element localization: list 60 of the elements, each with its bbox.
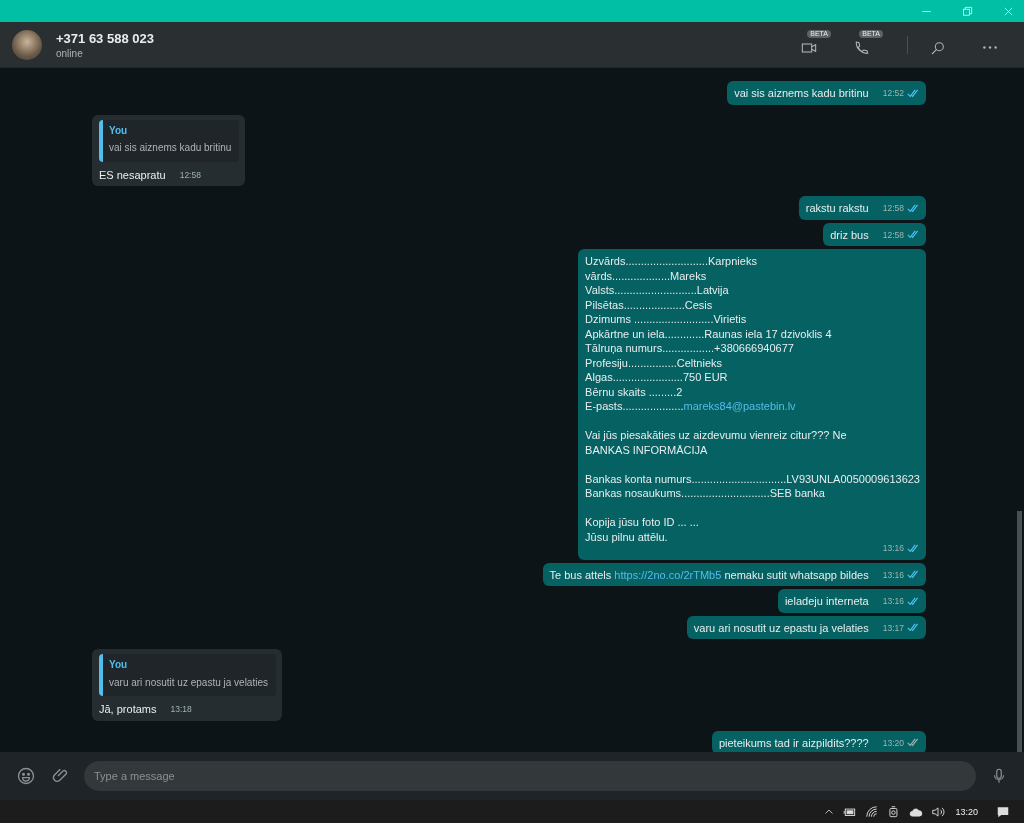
message-text: Bankas konta numurs...............................LV93UNLA0050009613623: [585, 471, 920, 486]
message-text: Bankas nosaukums.............................SEB banka: [585, 486, 826, 501]
message-text: Uzvārds...........................Karpnieks: [585, 254, 758, 269]
contact-status: online: [56, 47, 84, 59]
avatar[interactable]: [12, 29, 42, 60]
message-time: 13:18: [170, 703, 192, 716]
notification-button[interactable]: [996, 804, 1010, 819]
message-text: driz bus: [830, 227, 869, 242]
message-text: BANKAS INFORMĀCIJA: [585, 442, 709, 457]
more-icon: [982, 45, 998, 50]
message-time: 12:58: [179, 168, 201, 182]
message-input[interactable]: Type a message: [84, 761, 976, 791]
contact-name: +371 63 588 023: [56, 30, 155, 46]
volume-icon: [931, 804, 946, 819]
quote-author: You: [109, 123, 129, 138]
quote-author: You: [109, 658, 129, 672]
message-time: 13:16: [882, 568, 904, 582]
message-time: 12:58: [882, 202, 904, 215]
message-time: 12:52: [882, 87, 904, 100]
restore-icon: [962, 5, 973, 17]
message-text: Dzimums ..........................Virietis: [585, 312, 748, 327]
message-text: Valsts...........................Latvija: [585, 283, 730, 298]
quote-text: varu ari nosutit uz epastu ja velaties: [109, 675, 268, 690]
message-text: Profesiju................Celtnieks: [585, 355, 724, 370]
wifi-icon: [865, 804, 880, 819]
message-text: Kopija jūsu foto ID ... ...: [585, 515, 700, 530]
message-time: 13:16: [882, 595, 904, 608]
message-text: pieteikums tad ir aizpildits????: [718, 735, 869, 750]
message-text: vārds...................Mareks: [585, 268, 708, 283]
wifi-button[interactable]: [865, 804, 880, 819]
message-text: Apkārtne un iela.............Raunas iela 17 dzivoklis 4: [585, 326, 833, 341]
message-time: 13:17: [882, 621, 904, 635]
search-icon: [930, 39, 946, 56]
message-text: Vai jūs piesakāties uz aizdevumu vienreiz citur??? Ne: [585, 428, 848, 443]
message-text: Pilsētas....................Cesis: [585, 297, 714, 312]
close-icon: [1003, 5, 1014, 17]
message-text: varu ari nosutit uz epastu ja velaties: [693, 620, 869, 635]
message-text: Jūsu pilnu attēlu.: [585, 529, 669, 544]
scrollbar[interactable]: [1017, 511, 1022, 752]
message-text: ieladeju interneta: [784, 594, 869, 609]
message-time: 13:16: [882, 542, 904, 555]
message-time: 13:20: [882, 736, 904, 750]
phone-icon: [853, 39, 869, 56]
volume-button[interactable]: [931, 804, 946, 819]
message-text: ES nesapratu: [99, 167, 166, 182]
notification-icon: [996, 804, 1010, 819]
message-text: vai sis aiznems kadu britinu: [734, 86, 869, 101]
message-time: 12:58: [882, 228, 904, 242]
message-text: Bērnu skaits .........2: [585, 384, 684, 399]
paperclip-icon: [52, 767, 70, 785]
message-text: E-pasts....................mareks84@pastebin.lv: [585, 399, 797, 414]
message-text: Jā, protams: [99, 702, 157, 717]
quote-text: vai sis aiznems kadu britinu: [109, 141, 232, 155]
clock[interactable]: 13:20: [955, 806, 978, 817]
emoji-icon: [16, 766, 36, 786]
message-text: Te bus attels https://2no.co/2rTMb5 nemaku sutit whatsapp bildes: [549, 567, 869, 582]
message-text: Algas.......................750 EUR: [585, 370, 729, 385]
message-text: rakstu rakstu: [805, 201, 869, 216]
message-text: Tālruņa numurs.................+380666940677: [585, 341, 795, 356]
link[interactable]: https://2no.co/2rTMb5: [614, 568, 722, 581]
